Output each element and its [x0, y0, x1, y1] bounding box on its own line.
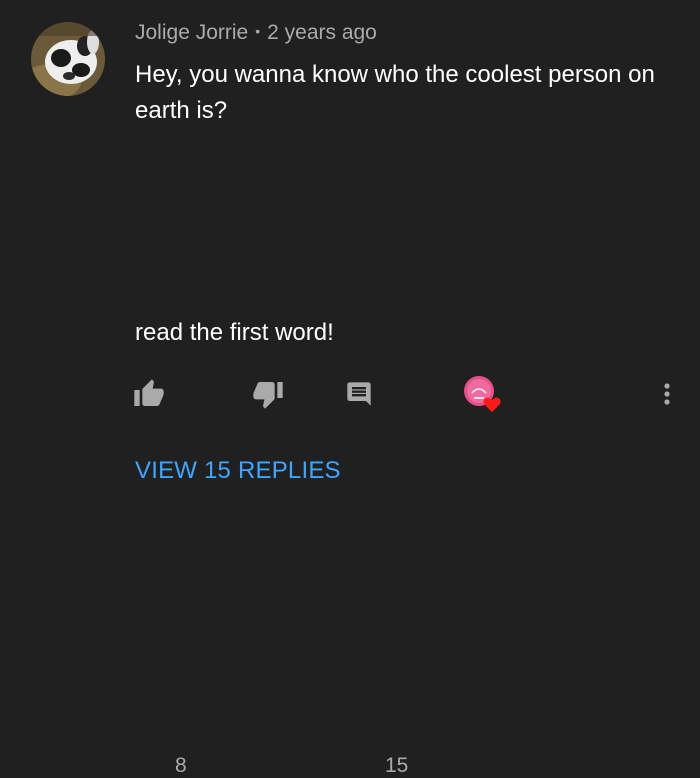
thumbs-down-icon [252, 378, 284, 410]
author-name[interactable]: Jolige Jorrie [135, 21, 248, 44]
view-replies-link[interactable]: VIEW 15 REPLIES [135, 457, 341, 485]
comment-text-line: Hey, you wanna know who the coolest pers… [135, 61, 655, 124]
like-count: 8 [175, 754, 187, 777]
avatar[interactable] [31, 22, 105, 96]
comment-timestamp[interactable]: 2 years ago [267, 21, 377, 44]
more-options-button[interactable] [655, 372, 679, 416]
more-vert-icon [655, 378, 679, 410]
reply-button[interactable] [345, 372, 373, 416]
comment-body: Hey, you wanna know who the coolest pers… [135, 57, 680, 346]
dislike-button[interactable] [252, 372, 284, 416]
creator-heart [462, 372, 502, 416]
comment-actions: 8 15 [0, 372, 700, 777]
reply-count: 15 [385, 754, 409, 777]
thumbs-up-icon [133, 378, 165, 410]
like-button[interactable] [133, 372, 165, 416]
comment-text-line: read the first word! [135, 319, 334, 346]
comment-meta: Jolige Jorrie • 2 years ago [135, 21, 377, 45]
comment-icon [345, 380, 373, 408]
meta-separator: • [255, 23, 261, 39]
creator-heart-icon [462, 374, 502, 414]
